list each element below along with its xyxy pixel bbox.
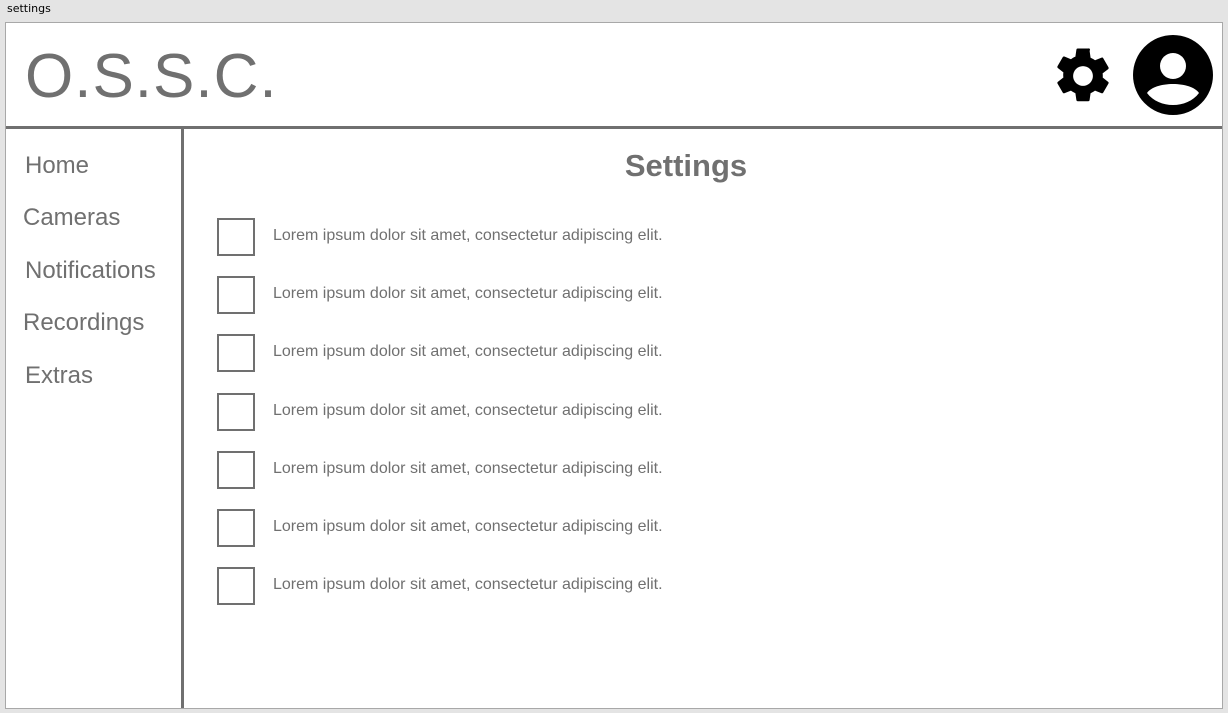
setting-label: Lorem ipsum dolor sit amet, consectetur … xyxy=(273,227,663,244)
setting-checkbox[interactable] xyxy=(217,276,255,314)
setting-label: Lorem ipsum dolor sit amet, consectetur … xyxy=(273,285,663,302)
setting-checkbox[interactable] xyxy=(217,393,255,431)
setting-label: Lorem ipsum dolor sit amet, consectetur … xyxy=(273,460,663,477)
sidebar-nav: Home Cameras Notifications Recordings Ex… xyxy=(6,129,184,708)
setting-label: Lorem ipsum dolor sit amet, consectetur … xyxy=(273,518,663,535)
sidebar-item-recordings[interactable]: Recordings xyxy=(23,309,144,337)
app-frame: O.S.S.C. Home Cameras Notifications Reco… xyxy=(5,22,1223,709)
setting-label: Lorem ipsum dolor sit amet, consectetur … xyxy=(273,402,663,419)
sidebar-item-notifications[interactable]: Notifications xyxy=(25,257,156,285)
logo: O.S.S.C. xyxy=(25,42,278,111)
setting-checkbox[interactable] xyxy=(217,567,255,605)
sidebar-item-home[interactable]: Home xyxy=(25,152,89,180)
setting-checkbox[interactable] xyxy=(217,334,255,372)
header: O.S.S.C. xyxy=(6,23,1222,129)
setting-checkbox[interactable] xyxy=(217,451,255,489)
page-title: Settings xyxy=(624,148,748,183)
setting-checkbox[interactable] xyxy=(217,509,255,547)
sidebar-item-cameras[interactable]: Cameras xyxy=(23,204,120,232)
user-avatar-icon[interactable] xyxy=(1133,35,1213,115)
setting-label: Lorem ipsum dolor sit amet, consectetur … xyxy=(273,576,663,593)
window-title: settings xyxy=(7,2,51,15)
sidebar-item-extras[interactable]: Extras xyxy=(25,362,93,390)
setting-checkbox[interactable] xyxy=(217,218,255,256)
gear-icon[interactable] xyxy=(1050,43,1116,109)
setting-label: Lorem ipsum dolor sit amet, consectetur … xyxy=(273,343,663,360)
